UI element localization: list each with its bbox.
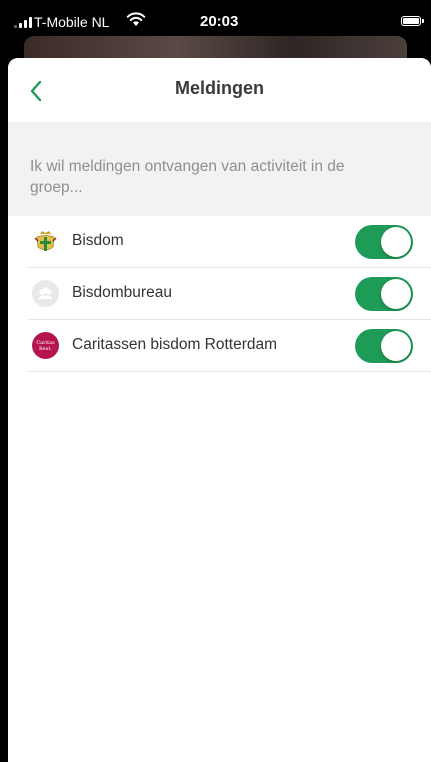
nav-bar: Meldingen — [8, 58, 431, 122]
status-time: 20:03 — [200, 13, 239, 30]
notifications-sheet: Meldingen Ik wil meldingen ontvangen van… — [8, 58, 431, 762]
group-list: Bisdom Bisdombureau Caritas Rest. Carita… — [8, 216, 431, 372]
list-item: Caritas Rest. Caritassen bisdom Rotterda… — [28, 320, 431, 372]
caritas-logo: Caritas Rest. — [32, 332, 59, 359]
group-name: Bisdombureau — [72, 284, 172, 301]
list-item: Bisdom — [28, 216, 431, 268]
notification-toggle-bisdombureau[interactable] — [355, 277, 413, 311]
wifi-icon — [126, 12, 146, 26]
group-name: Bisdom — [72, 232, 124, 249]
signal-icon — [14, 16, 32, 28]
section-description: Ik wil meldingen ontvangen van activitei… — [30, 158, 345, 196]
group-placeholder-icon — [32, 280, 59, 307]
carrier-label: T-Mobile NL — [34, 14, 110, 30]
status-bar: T-Mobile NL 20:03 — [0, 0, 431, 36]
toggle-knob — [381, 227, 411, 257]
toggle-knob — [381, 279, 411, 309]
bisdom-crest-icon — [32, 228, 59, 255]
group-name: Caritassen bisdom Rotterdam — [72, 336, 278, 353]
list-item: Bisdombureau — [28, 268, 431, 320]
screen: T-Mobile NL 20:03 Meldingen Ik wil meldi… — [0, 0, 431, 762]
notification-toggle-caritassen[interactable] — [355, 329, 413, 363]
battery-icon — [401, 16, 424, 26]
notification-toggle-bisdom[interactable] — [355, 225, 413, 259]
toggle-knob — [381, 331, 411, 361]
page-title: Meldingen — [175, 78, 264, 98]
